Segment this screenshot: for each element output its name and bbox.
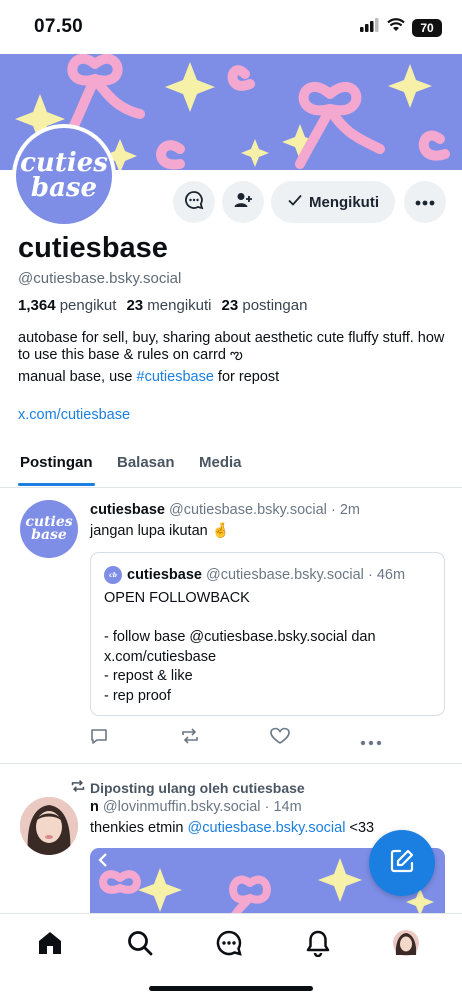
post-separator: · [330, 502, 336, 518]
nav-chat[interactable] [214, 930, 244, 960]
post2-author-name: n [90, 799, 99, 815]
bio-line2-prefix: manual base, use [18, 369, 137, 385]
bio-line2-suffix: for repost [213, 369, 280, 385]
profile-bio: autobase for sell, buy, sharing about ae… [18, 330, 445, 363]
post2-text-suffix: <33 [345, 820, 375, 836]
post2-text-prefix: thenkies etmin [90, 820, 188, 836]
quoted-line-3: x.com/cutiesbase [104, 648, 217, 665]
quoted-author-name: cutiesbase [127, 567, 202, 583]
quoted-line-2: - follow base @cutiesbase.bsky.social da… [104, 629, 376, 645]
tab-replies[interactable]: Balasan [117, 454, 175, 471]
following-label-stat: mengikuti [147, 297, 212, 314]
quoted-author-handle: @cutiesbase.bsky.social [206, 567, 364, 583]
home-indicator [149, 986, 313, 991]
posts-count: 23 [221, 297, 239, 314]
profile-link[interactable]: x.com/cutiesbase [18, 407, 130, 423]
profile-handle: @cutiesbase.bsky.social [18, 270, 182, 287]
followers-stat[interactable]: 1,364 pengikut [18, 297, 116, 314]
nav-home[interactable] [35, 930, 65, 960]
add-user-button[interactable] [222, 181, 264, 223]
status-bar: 07.50 70 [0, 0, 462, 54]
nav-notifications[interactable] [303, 930, 333, 960]
posts-stat: 23 postingan [222, 297, 308, 314]
chat-icon [215, 929, 243, 962]
following-button[interactable]: Mengikuti [271, 181, 395, 223]
quoted-line-5: - rep proof [104, 687, 171, 704]
repost-indicator[interactable]: Diposting ulang oleh cutiesbase [70, 779, 305, 796]
nav-search[interactable] [125, 930, 155, 960]
battery-indicator: 70 [412, 18, 442, 37]
post-divider [0, 763, 462, 764]
followers-label: pengikut [59, 297, 117, 314]
tab-media[interactable]: Media [199, 454, 242, 471]
post-more-icon[interactable] [360, 733, 382, 751]
profile-tabs: Postingan Balasan Media [0, 446, 462, 488]
hashtag-link[interactable]: #cutiesbase [137, 369, 214, 385]
post-author-handle: @cutiesbase.bsky.social [169, 502, 327, 518]
post2-text: thenkies etmin @cutiesbase.bsky.social <… [90, 820, 374, 836]
post-author-name: cutiesbase [90, 502, 165, 518]
message-button[interactable] [173, 181, 215, 223]
check-icon [287, 192, 303, 212]
active-tab-indicator [18, 483, 95, 486]
profile-stats: 1,364 pengikut 23 mengikuti 23 postingan [18, 297, 307, 314]
status-icons: 70 [360, 18, 442, 37]
quoted-post[interactable]: cb cutiesbase @cutiesbase.bsky.social · … [90, 552, 445, 716]
like-icon[interactable] [270, 727, 290, 750]
repost-label-text: Diposting ulang oleh cutiesbase [90, 779, 305, 796]
tab-posts[interactable]: Postingan [20, 454, 93, 471]
repost-icon[interactable] [180, 727, 200, 750]
quoted-post-body: OPEN FOLLOWBACK - follow base @cutiesbas… [104, 589, 376, 706]
avatar-logo: cuties base [16, 128, 112, 224]
more-options-button[interactable] [404, 181, 446, 223]
quoted-post-header: cb cutiesbase @cutiesbase.bsky.social · … [104, 566, 405, 584]
post2-header[interactable]: n @lovinmuffin.bsky.social · 14m [90, 799, 302, 815]
bell-icon [304, 929, 332, 962]
profile-display-name: cutiesbase [18, 232, 168, 264]
following-label: Mengikuti [309, 193, 379, 211]
nav-profile[interactable] [391, 929, 421, 962]
quoted-separator: · [367, 567, 373, 583]
following-count: 23 [126, 297, 144, 314]
following-stat[interactable]: 23 mengikuti [126, 297, 211, 314]
profile-avatar-small [392, 929, 420, 962]
compose-button[interactable] [369, 830, 435, 896]
post-avatar-line2: base [31, 527, 67, 543]
add-user-icon [233, 190, 253, 215]
more-icon [415, 193, 435, 211]
avatar-logo-line2: base [30, 173, 98, 203]
profile-bio-line2: manual base, use #cutiesbase for repost [18, 369, 279, 385]
home-icon [36, 929, 64, 962]
post2-time: 14m [273, 799, 302, 815]
followers-count: 1,364 [18, 297, 56, 314]
search-icon [126, 929, 154, 962]
post-time: 2m [339, 502, 360, 518]
status-time: 07.50 [34, 16, 84, 37]
post2-separator: · [264, 799, 270, 815]
mention-link[interactable]: @cutiesbase.bsky.social [188, 820, 346, 836]
wifi-icon [387, 18, 405, 37]
message-icon [184, 190, 204, 215]
quoted-author-avatar: cb [104, 566, 122, 584]
post-text: jangan lupa ikutan 🤞 [90, 523, 230, 539]
post-author-avatar-photo[interactable] [20, 797, 78, 855]
post-header[interactable]: cutiesbase @cutiesbase.bsky.social · 2m [90, 502, 360, 518]
compose-icon [388, 847, 416, 880]
signal-icon [360, 18, 380, 37]
quoted-line-1: OPEN FOLLOWBACK [104, 590, 250, 606]
post-author-avatar[interactable]: cuties base [20, 500, 78, 558]
profile-avatar[interactable]: cuties base [12, 124, 116, 228]
post-actions [90, 727, 390, 749]
quoted-line-4: - repost & like [104, 668, 193, 684]
reply-icon[interactable] [90, 727, 108, 750]
quoted-time: 46m [376, 567, 406, 583]
post2-author-handle: @lovinmuffin.bsky.social [102, 799, 261, 815]
repost-small-icon [70, 779, 86, 796]
posts-label: postingan [242, 297, 308, 314]
